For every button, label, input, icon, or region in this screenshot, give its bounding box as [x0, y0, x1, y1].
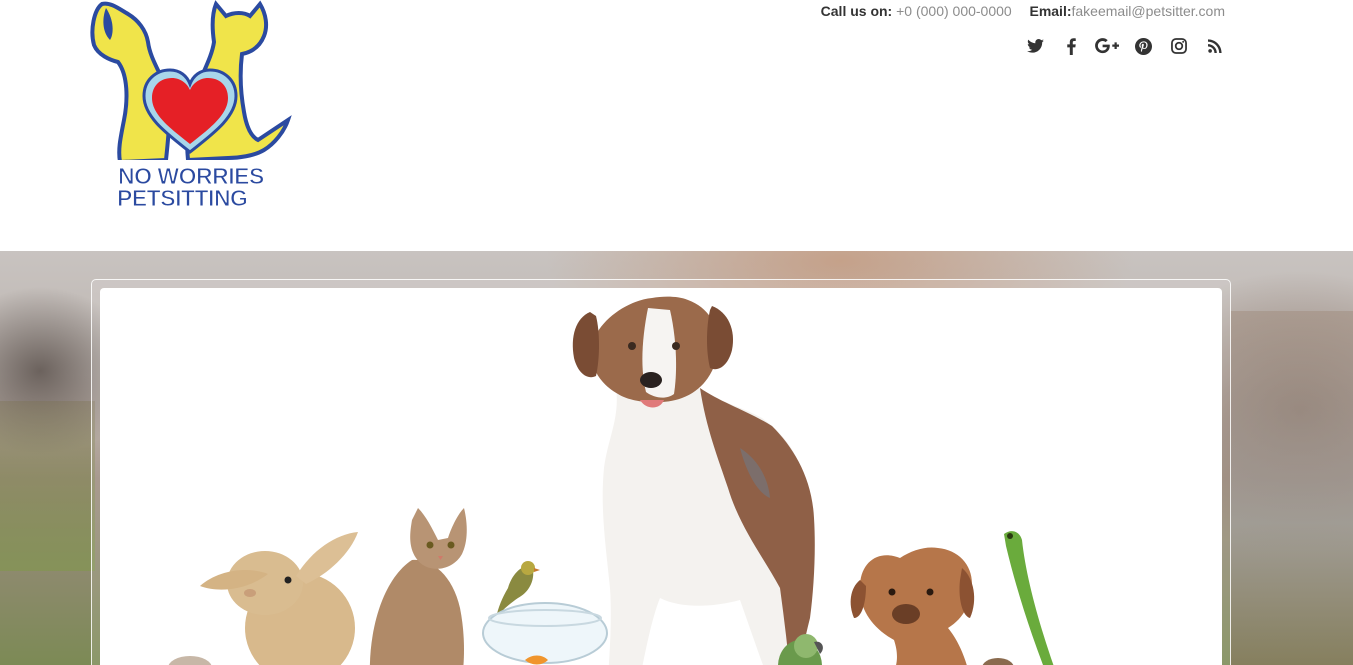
email-label: Email: — [1029, 3, 1072, 19]
rss-icon[interactable] — [1203, 34, 1227, 58]
pets-group-photo — [168, 296, 1054, 665]
rabbit-illustration — [200, 532, 358, 665]
logo-line-2: PETSITTING — [116, 185, 248, 211]
hero-background-blur-left — [0, 401, 95, 571]
fishbowl-illustration — [482, 602, 608, 665]
lizard-illustration — [1004, 531, 1054, 665]
cat-illustration — [369, 508, 467, 665]
google-plus-icon[interactable] — [1095, 34, 1119, 58]
hero-section — [0, 251, 1353, 665]
email-address[interactable]: fakeemail@petsitter.com — [1072, 3, 1226, 19]
site-header: NO WORRIES PETSITTING Call us on: +0 (00… — [0, 0, 1353, 251]
contact-info: Call us on: +0 (000) 000-0000 Email:fake… — [821, 3, 1225, 19]
shepherd-dog-illustration — [572, 296, 815, 665]
turtle-illustration — [982, 658, 1014, 665]
pinterest-icon[interactable] — [1131, 34, 1155, 58]
hero-image-panel — [100, 288, 1222, 665]
site-logo[interactable]: NO WORRIES PETSITTING — [88, 0, 293, 215]
phone-number[interactable]: +0 (000) 000-0000 — [896, 3, 1012, 19]
facebook-icon[interactable] — [1059, 34, 1083, 58]
instagram-icon[interactable] — [1167, 34, 1191, 58]
call-label: Call us on: — [820, 3, 893, 19]
twitter-icon[interactable] — [1023, 34, 1047, 58]
puppy-illustration — [850, 547, 975, 665]
hero-background-blur-right — [1230, 311, 1353, 665]
hamster-illustration — [168, 656, 212, 665]
